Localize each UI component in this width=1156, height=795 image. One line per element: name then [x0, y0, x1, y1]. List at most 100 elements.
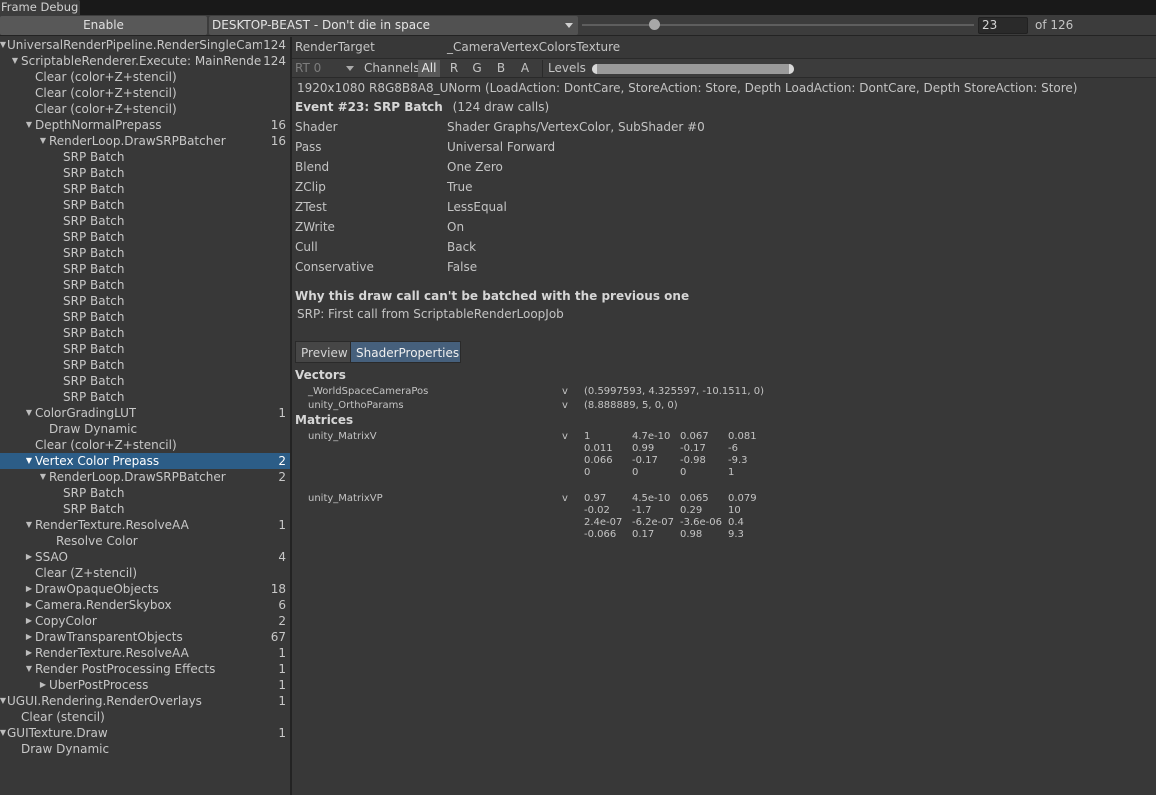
- event-slider[interactable]: [582, 24, 974, 26]
- event-total-label: of 126: [1035, 18, 1074, 32]
- tree-row[interactable]: SRP Batch: [0, 181, 290, 197]
- tree-row[interactable]: SRP Batch: [0, 277, 290, 293]
- matrix-cell: 2.4e-07: [584, 517, 623, 528]
- tree-row[interactable]: SRP Batch: [0, 325, 290, 341]
- tree-row[interactable]: Draw Dynamic: [0, 421, 290, 437]
- tree-row-label: Camera.RenderSkybox: [35, 598, 172, 612]
- vector-stage: v: [562, 400, 568, 411]
- levels-min-handle[interactable]: [592, 64, 597, 74]
- matrix-stage: v: [562, 431, 568, 442]
- matrix-cell: 1: [728, 467, 735, 478]
- tree-row[interactable]: ▼ GUITexture.Draw 1: [0, 725, 290, 741]
- tree-row[interactable]: SRP Batch: [0, 341, 290, 357]
- event-index-field[interactable]: 23: [978, 17, 1028, 34]
- collapse-arrow-icon[interactable]: ▶: [38, 677, 48, 693]
- matrix-cell: 0.066: [584, 455, 613, 466]
- tree-row[interactable]: Clear (Z+stencil): [0, 565, 290, 581]
- expand-arrow-icon[interactable]: ▼: [24, 117, 34, 133]
- tree-row-label: SRP Batch: [63, 214, 125, 228]
- channel-all-button[interactable]: All: [418, 60, 440, 77]
- tree-row-label: SRP Batch: [63, 358, 125, 372]
- tree-row[interactable]: SRP Batch: [0, 357, 290, 373]
- tree-row-label: SRP Batch: [63, 294, 125, 308]
- tree-row[interactable]: ▶ DrawOpaqueObjects 18: [0, 581, 290, 597]
- target-dropdown[interactable]: DESKTOP-BEAST - Don't die in space: [209, 16, 578, 35]
- enable-button[interactable]: Enable: [0, 16, 207, 35]
- tree-row[interactable]: SRP Batch: [0, 165, 290, 181]
- tree-row[interactable]: SRP Batch: [0, 245, 290, 261]
- tree-row[interactable]: ▼ RenderLoop.DrawSRPBatcher 2: [0, 469, 290, 485]
- channel-r-button[interactable]: R: [443, 60, 465, 77]
- channel-b-button[interactable]: B: [490, 60, 512, 77]
- tree-row[interactable]: ▶ UberPostProcess 1: [0, 677, 290, 693]
- tree-row[interactable]: SRP Batch: [0, 149, 290, 165]
- tree-row[interactable]: ▼ UGUI.Rendering.RenderOverlays 1: [0, 693, 290, 709]
- channel-a-button[interactable]: A: [514, 60, 536, 77]
- expand-arrow-icon[interactable]: ▼: [38, 133, 48, 149]
- expand-arrow-icon[interactable]: ▼: [24, 661, 34, 677]
- levels-range-slider[interactable]: [592, 64, 794, 74]
- tree-row-count: 1: [278, 518, 286, 532]
- tree-row[interactable]: Clear (color+Z+stencil): [0, 69, 290, 85]
- tree-row[interactable]: ▼ ScriptableRenderer.Execute: MainRendere…: [0, 53, 290, 69]
- collapse-arrow-icon[interactable]: ▶: [24, 597, 34, 613]
- render-state-value: LessEqual: [447, 200, 507, 214]
- render-target-label: RenderTarget: [295, 40, 375, 54]
- tree-row[interactable]: ▼ UniversalRenderPipeline.RenderSingleCam…: [0, 37, 290, 53]
- tree-row[interactable]: ▶ DrawTransparentObjects 67: [0, 629, 290, 645]
- matrix-cell: 0.97: [584, 493, 607, 504]
- collapse-arrow-icon[interactable]: ▶: [24, 629, 34, 645]
- expand-arrow-icon[interactable]: ▼: [38, 469, 48, 485]
- tree-row-label: RenderTexture.ResolveAA: [35, 646, 189, 660]
- tree-row-label: ScriptableRenderer.Execute: MainRenderer: [21, 54, 262, 68]
- collapse-arrow-icon[interactable]: ▶: [24, 581, 34, 597]
- tree-row[interactable]: ▼ Render PostProcessing Effects 1: [0, 661, 290, 677]
- tree-row[interactable]: SRP Batch: [0, 197, 290, 213]
- tree-row[interactable]: ▶ Camera.RenderSkybox 6: [0, 597, 290, 613]
- tree-row[interactable]: Clear (stencil): [0, 709, 290, 725]
- matrix-cell: 4.7e-10: [632, 431, 671, 442]
- expand-arrow-icon[interactable]: ▼: [24, 405, 34, 421]
- tree-row[interactable]: ▶ CopyColor 2: [0, 613, 290, 629]
- event-title: Event #23: SRP Batch: [295, 100, 443, 114]
- levels-max-handle[interactable]: [789, 64, 794, 74]
- tree-row[interactable]: SRP Batch: [0, 309, 290, 325]
- window-tab[interactable]: Frame Debug: [0, 0, 80, 15]
- window-tab-title: Frame Debug: [1, 0, 79, 14]
- tree-row-label: SRP Batch: [63, 486, 125, 500]
- tree-row[interactable]: ▼ RenderTexture.ResolveAA 1: [0, 517, 290, 533]
- tree-row[interactable]: SRP Batch: [0, 229, 290, 245]
- tree-row[interactable]: SRP Batch: [0, 389, 290, 405]
- event-slider-thumb[interactable]: [649, 19, 661, 30]
- tree-row[interactable]: ▼ DepthNormalPrepass 16: [0, 117, 290, 133]
- tree-row[interactable]: ▶ SSAO 4: [0, 549, 290, 565]
- tree-row[interactable]: SRP Batch: [0, 501, 290, 517]
- expand-arrow-icon[interactable]: ▼: [24, 453, 34, 469]
- render-state-value: One Zero: [447, 160, 503, 174]
- tree-row[interactable]: Resolve Color: [0, 533, 290, 549]
- chevron-down-icon: [565, 23, 573, 28]
- tree-row[interactable]: ▼ ColorGradingLUT 1: [0, 405, 290, 421]
- tree-row[interactable]: Clear (color+Z+stencil): [0, 85, 290, 101]
- tab-shader-properties[interactable]: ShaderProperties: [350, 341, 461, 363]
- rt-select-dropdown[interactable]: RT 0: [293, 60, 359, 77]
- tree-row[interactable]: SRP Batch: [0, 373, 290, 389]
- render-state-key: ZTest: [295, 200, 327, 214]
- tree-row[interactable]: ▶ RenderTexture.ResolveAA 1: [0, 645, 290, 661]
- tree-row[interactable]: Draw Dynamic: [0, 741, 290, 757]
- tree-row[interactable]: Clear (color+Z+stencil): [0, 437, 290, 453]
- expand-arrow-icon[interactable]: ▼: [10, 53, 20, 69]
- collapse-arrow-icon[interactable]: ▶: [24, 549, 34, 565]
- tree-row[interactable]: SRP Batch: [0, 293, 290, 309]
- channel-g-button[interactable]: G: [466, 60, 488, 77]
- tree-row[interactable]: SRP Batch: [0, 261, 290, 277]
- expand-arrow-icon[interactable]: ▼: [24, 517, 34, 533]
- collapse-arrow-icon[interactable]: ▶: [24, 613, 34, 629]
- tree-row[interactable]: Clear (color+Z+stencil): [0, 101, 290, 117]
- tree-row[interactable]: SRP Batch: [0, 213, 290, 229]
- tree-row[interactable]: SRP Batch: [0, 485, 290, 501]
- collapse-arrow-icon[interactable]: ▶: [24, 645, 34, 661]
- tree-row[interactable]: ▼ Vertex Color Prepass 2: [0, 453, 290, 469]
- tab-preview[interactable]: Preview: [295, 341, 351, 363]
- tree-row[interactable]: ▼ RenderLoop.DrawSRPBatcher 16: [0, 133, 290, 149]
